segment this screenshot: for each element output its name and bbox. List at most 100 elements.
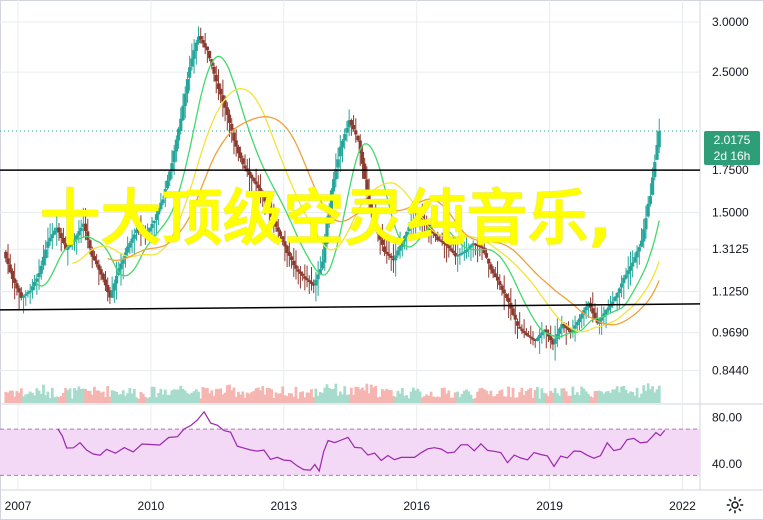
candle-body xyxy=(387,253,391,256)
candle-body xyxy=(114,275,119,284)
candle-body xyxy=(637,247,641,252)
candle-body xyxy=(39,265,43,274)
candle-body xyxy=(92,256,97,261)
candle-body xyxy=(44,249,48,259)
candle-body xyxy=(267,206,272,212)
candle-body xyxy=(216,83,221,89)
candle-body xyxy=(615,293,619,298)
candle-body xyxy=(469,245,473,248)
rsi-tick-label: 40.00 xyxy=(712,457,742,471)
candle-body xyxy=(491,269,495,274)
time-tick-label: 2007 xyxy=(5,499,32,513)
candle-body xyxy=(515,321,520,326)
candle-body xyxy=(110,290,114,298)
candle-body xyxy=(389,255,393,258)
candle-body xyxy=(529,336,533,339)
candle-body xyxy=(336,159,340,168)
candle-body xyxy=(239,152,243,159)
candle-body xyxy=(179,118,183,132)
candle-body xyxy=(407,227,411,231)
ma-line-fast xyxy=(36,55,660,338)
candle-body xyxy=(261,191,265,197)
candle-body xyxy=(188,67,192,78)
candle-body xyxy=(309,281,314,284)
candle-body xyxy=(575,321,579,326)
candle-body xyxy=(128,242,132,248)
candle-body xyxy=(631,262,635,267)
candle-body xyxy=(97,264,101,270)
candle-body xyxy=(549,336,553,341)
price-tick-label: 0.8440 xyxy=(712,364,749,378)
candle-body xyxy=(145,231,150,236)
candle-body xyxy=(447,245,451,249)
candle-body xyxy=(274,221,278,227)
candle-body xyxy=(566,328,571,331)
candle-body xyxy=(252,178,256,182)
candle-body xyxy=(646,203,650,217)
candle-body xyxy=(270,212,274,218)
candle-body xyxy=(225,107,229,115)
price-tick-label: 1.5000 xyxy=(712,205,749,219)
candle-body xyxy=(303,276,307,279)
candle-body xyxy=(642,229,646,242)
candles xyxy=(4,26,661,361)
candle-body xyxy=(276,227,280,232)
candle-body xyxy=(380,239,384,245)
candle-body xyxy=(15,283,19,289)
candle-body xyxy=(83,223,88,232)
candle-body xyxy=(635,251,639,258)
candle-body xyxy=(59,232,63,239)
candle-body xyxy=(502,289,506,294)
candle-body xyxy=(289,256,294,261)
candle-body xyxy=(214,74,218,82)
candle-body xyxy=(185,79,190,94)
candle-body xyxy=(130,238,134,243)
candle-body xyxy=(250,174,254,179)
candle-body xyxy=(61,237,66,243)
candle-body xyxy=(520,328,524,331)
candle-body xyxy=(294,265,298,269)
candle-body xyxy=(77,231,81,236)
candle-body xyxy=(241,158,245,165)
candle-body xyxy=(148,227,152,232)
price-tick-label: 1.3125 xyxy=(712,242,749,256)
candle-body xyxy=(633,257,637,263)
candle-body xyxy=(385,251,389,254)
candle-body xyxy=(553,338,557,344)
candle-body xyxy=(622,277,626,284)
candle-body xyxy=(50,234,54,239)
candle-body xyxy=(292,260,296,266)
candle-body xyxy=(314,279,318,286)
price-tick-label: 3.0000 xyxy=(712,15,749,29)
candle-body xyxy=(591,308,595,314)
candle-body xyxy=(650,177,655,195)
candle-body xyxy=(132,234,136,239)
candle-body xyxy=(356,135,360,141)
candlestick-chart[interactable]: 3.0000 2.5000 1.7500 1.5000 1.3125 1.1250 0.96… xyxy=(0,0,764,520)
candle-body xyxy=(526,335,531,337)
candle-body xyxy=(619,283,624,288)
candle-body xyxy=(573,325,577,329)
candle-body xyxy=(338,146,342,157)
candle-body xyxy=(243,165,247,169)
gear-icon[interactable] xyxy=(726,496,744,514)
candle-body xyxy=(593,312,597,319)
candle-body xyxy=(190,58,194,67)
candle-body xyxy=(507,297,511,303)
price-tick-label: 1.7500 xyxy=(712,163,749,177)
time-tick-label: 2010 xyxy=(138,499,165,513)
candle-body xyxy=(247,171,252,176)
candle-body xyxy=(174,139,178,152)
candle-body xyxy=(287,251,291,256)
time-tick-label: 2016 xyxy=(403,499,430,513)
candle-body xyxy=(212,66,216,74)
candle-body xyxy=(95,260,99,265)
moving-averages xyxy=(36,55,660,338)
candle-body xyxy=(99,269,103,275)
candle-body xyxy=(451,250,455,253)
candle-body xyxy=(657,131,661,148)
candle-body xyxy=(205,46,209,51)
candle-body xyxy=(157,208,161,215)
candle-body xyxy=(281,236,285,242)
candle-body xyxy=(10,270,15,280)
